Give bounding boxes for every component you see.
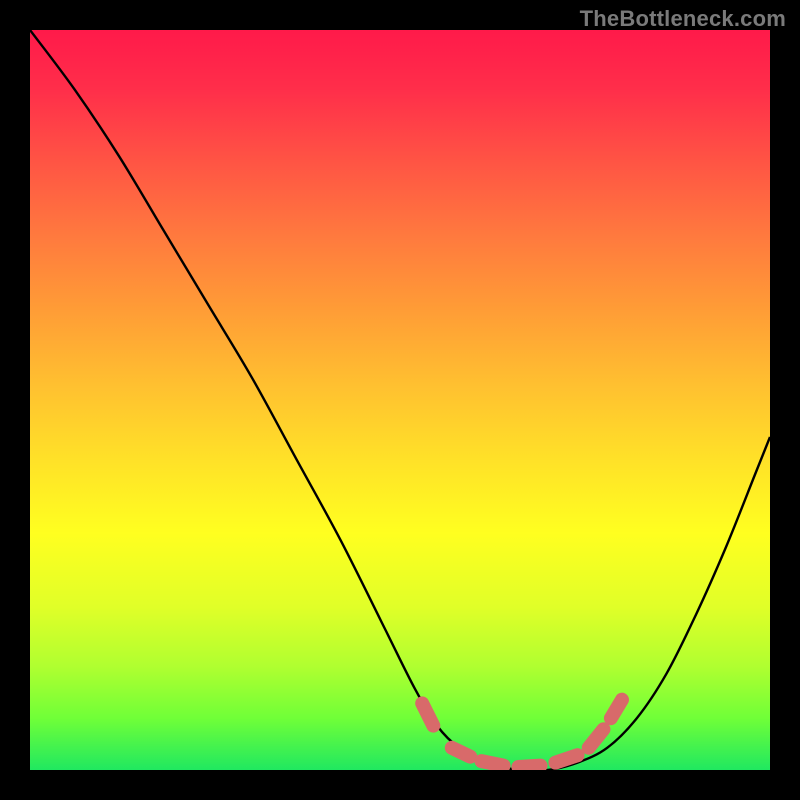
chart-stage: TheBottleneck.com	[0, 0, 800, 800]
highlight-dash	[452, 748, 471, 757]
highlight-dash	[555, 755, 577, 762]
highlight-dash	[422, 703, 433, 725]
plot-svg	[30, 30, 770, 770]
watermark-text: TheBottleneck.com	[580, 6, 786, 32]
highlight-dash	[589, 729, 604, 748]
bottleneck-curve	[30, 30, 770, 770]
highlight-dash	[611, 700, 622, 719]
highlight-dash	[518, 766, 540, 767]
plot-area	[30, 30, 770, 770]
highlight-dash	[481, 761, 503, 766]
